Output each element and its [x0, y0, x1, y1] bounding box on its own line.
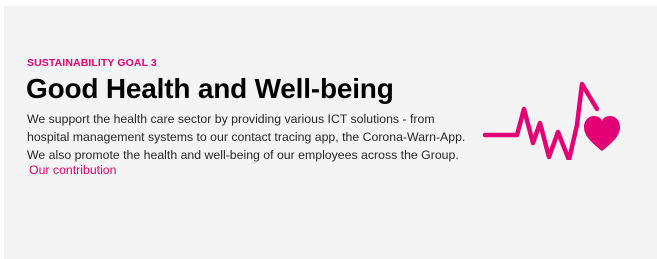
description-line: We support the health care sector by pro… — [27, 112, 435, 126]
goal-description: We support the health care sector by pro… — [27, 110, 467, 164]
description-line: hospital management systems to our conta… — [27, 130, 466, 144]
our-contribution-link[interactable]: Our contribution — [29, 161, 117, 179]
heartbeat-heart-icon — [483, 81, 620, 160]
goal-title: Good Health and Well-being — [26, 73, 394, 104]
goal-eyebrow: SUSTAINABILITY GOAL 3 — [27, 57, 157, 69]
